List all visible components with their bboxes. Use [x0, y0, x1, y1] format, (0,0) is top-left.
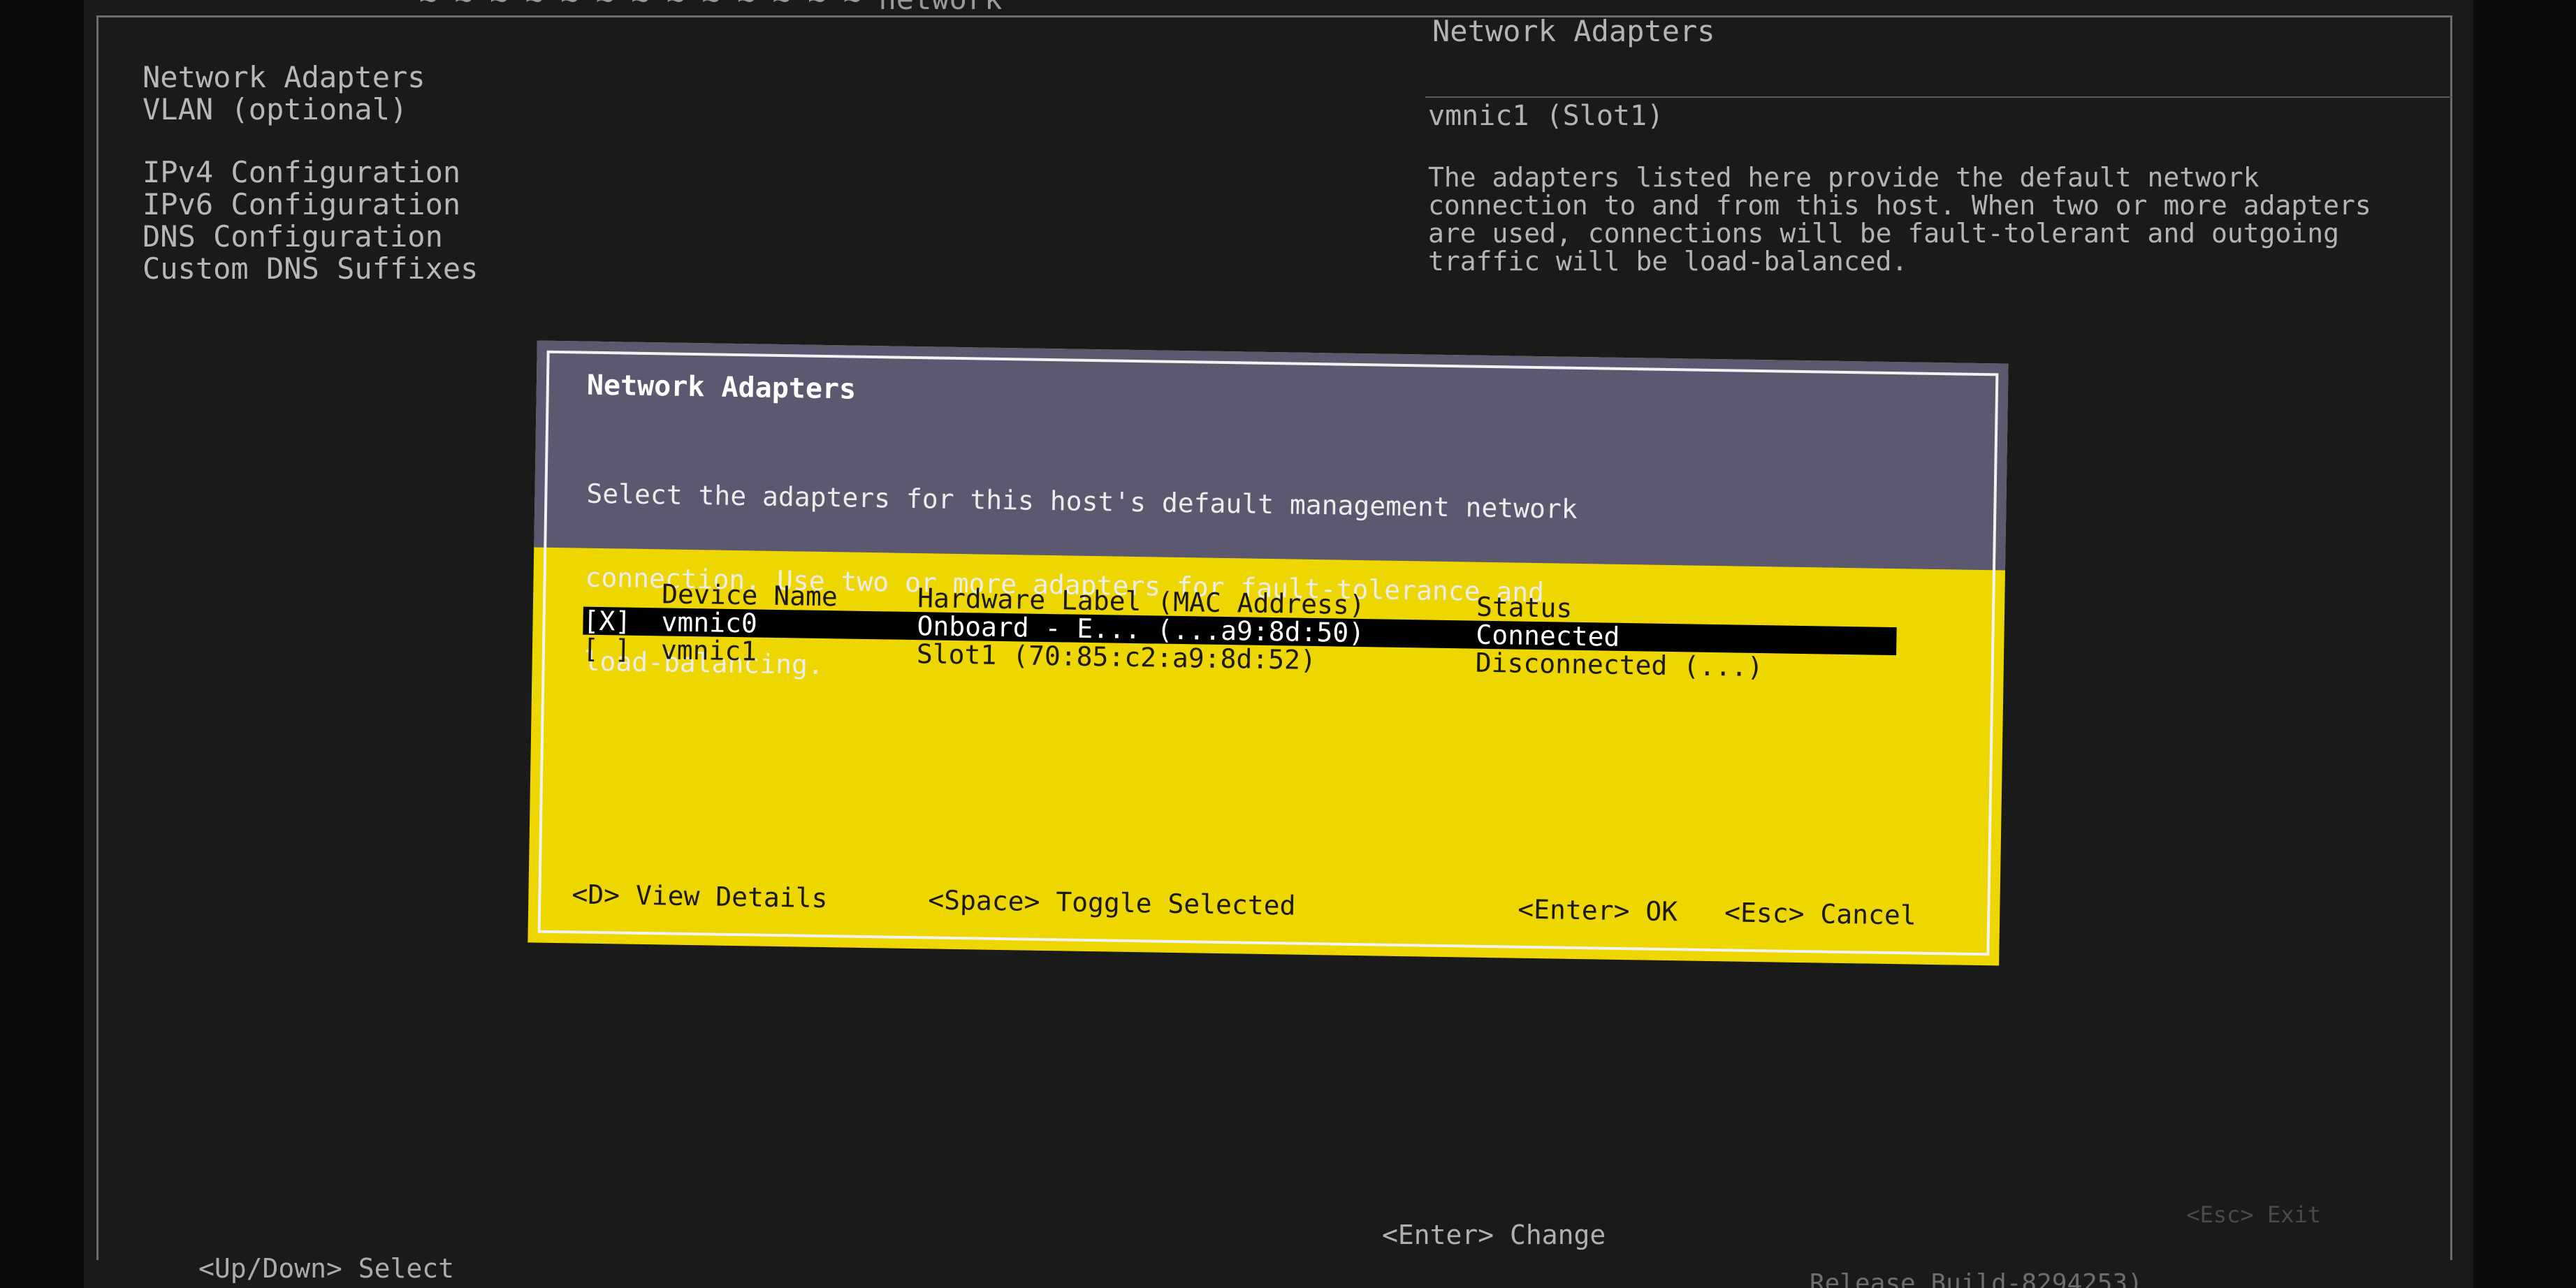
adapter-status: Connected	[1476, 619, 1620, 652]
change-hint: <Enter> Change	[1382, 1220, 1606, 1250]
toggle-selected-action[interactable]: <Space> Toggle Selected	[928, 884, 1296, 921]
selected-adapter-name: vmnic1 (Slot1)	[1428, 100, 1664, 132]
build-label: Release Build-8294253)	[1810, 1269, 2143, 1288]
top-clipped-title: ~ ~ ~ ~ ~ ~ ~ ~ ~ ~ ~ ~ ~ network	[419, 0, 1002, 16]
adapter-hardware-label: Slot1 (70:85:c2:a9:8d:52)	[916, 638, 1317, 676]
network-adapters-dialog: Network Adapters Select the adapters for…	[527, 340, 2009, 966]
adapter-checkbox[interactable]: [X]	[583, 606, 631, 637]
menu-item-dns[interactable]: DNS Configuration	[143, 221, 478, 253]
menu-item-ipv4[interactable]: IPv4 Configuration	[143, 156, 478, 189]
screen-frame-left	[96, 15, 99, 1260]
adapter-description-line: traffic will be load-balanced.	[1428, 246, 1908, 277]
menu-item-network-adapters[interactable]: Network Adapters	[143, 61, 478, 94]
menu-item-dns-suffixes[interactable]: Custom DNS Suffixes	[143, 253, 478, 285]
configure-menu: Network Adapters VLAN (optional) IPv4 Co…	[143, 61, 478, 285]
dialog-title: Network Adapters	[586, 369, 857, 406]
adapter-description-line: are used, connections will be fault-tole…	[1428, 218, 2340, 249]
menu-item-vlan[interactable]: VLAN (optional)	[143, 94, 478, 126]
dialog-footer: <D> View Details <Space> Toggle Selected…	[569, 879, 1950, 1085]
view-details-action[interactable]: <D> View Details	[572, 879, 828, 914]
ok-button[interactable]: <Enter> OK	[1518, 894, 1678, 928]
adapter-device-name: vmnic0	[661, 606, 758, 639]
adapter-info-panel: vmnic1 (Slot1) The adapters listed here …	[1428, 102, 2476, 275]
adapter-description-line: The adapters listed here provide the def…	[1428, 162, 2260, 193]
adapter-device-name: vmnic1	[660, 634, 757, 667]
menu-item-ipv6[interactable]: IPv6 Configuration	[143, 189, 478, 221]
right-panel-divider	[1425, 96, 2452, 98]
exit-hint: <Esc> Exit	[2186, 1201, 2321, 1228]
dialog-header: Network Adapters Select the adapters for…	[534, 340, 2009, 680]
adapter-checkbox[interactable]: [ ]	[583, 634, 631, 665]
adapter-status: Disconnected (...)	[1475, 647, 1763, 683]
column-header-status: Status	[1476, 591, 1573, 624]
adapter-description-line: connection to and from this host. When t…	[1428, 190, 2371, 221]
right-panel-title: Network Adapters	[1432, 14, 1715, 48]
select-hint: <Up/Down> Select	[198, 1253, 455, 1284]
column-header-device-name: Device Name	[661, 578, 838, 613]
dialog-description-line: Select the adapters for this host's defa…	[586, 478, 1578, 525]
cancel-button[interactable]: <Esc> Cancel	[1724, 897, 1916, 930]
